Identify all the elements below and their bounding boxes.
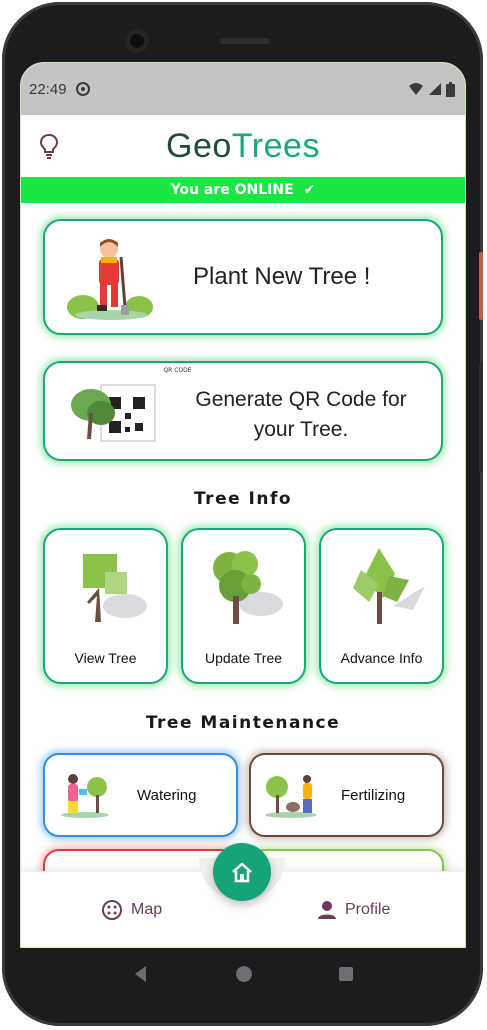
connection-status-text: You are ONLINE bbox=[170, 182, 294, 198]
update-tree-card[interactable]: Update Tree bbox=[181, 528, 306, 684]
view-tree-label: View Tree bbox=[74, 650, 137, 666]
signal-icon bbox=[429, 83, 441, 95]
app-screen: 22:49 GeoTrees You are ONLINE ✔ Plant Ne… bbox=[20, 62, 466, 948]
app-logo: GeoTrees bbox=[166, 127, 320, 166]
status-icons bbox=[408, 81, 455, 97]
battery-icon bbox=[446, 81, 455, 97]
map-tab[interactable]: Map bbox=[101, 899, 162, 921]
map-icon bbox=[102, 899, 122, 920]
back-icon[interactable] bbox=[132, 965, 150, 983]
profile-tab-label: Profile bbox=[345, 900, 391, 918]
generate-qr-button[interactable]: QR CODE Generate QR Code for your Tree. bbox=[43, 361, 443, 461]
home-button[interactable] bbox=[213, 843, 271, 901]
recents-icon[interactable] bbox=[338, 966, 354, 982]
app-header: GeoTrees bbox=[21, 115, 465, 177]
update-tree-label: Update Tree bbox=[204, 650, 283, 666]
gardener-illustration bbox=[67, 239, 153, 320]
generate-qr-label: Generate QR Code for your Tree. bbox=[171, 385, 431, 445]
volume-button bbox=[479, 362, 483, 472]
generate-qr-line-1: Generate QR Code for bbox=[195, 388, 407, 411]
watering-label: Watering bbox=[137, 787, 197, 804]
watering-card[interactable]: Watering bbox=[43, 753, 238, 837]
earpiece-speaker bbox=[220, 38, 270, 44]
cube-tree-illustration bbox=[83, 554, 147, 622]
advance-info-card[interactable]: Advance Info bbox=[319, 528, 444, 684]
sync-icon bbox=[75, 82, 90, 96]
plant-new-tree-label: Plant New Tree ! bbox=[193, 263, 371, 290]
watering-illustration bbox=[61, 774, 109, 818]
logo-part-geo: Geo bbox=[166, 126, 232, 165]
system-navigation-bar bbox=[20, 948, 466, 1000]
home-icon bbox=[232, 862, 252, 883]
profile-tab[interactable]: Profile bbox=[317, 900, 390, 920]
person-icon bbox=[318, 900, 336, 919]
tree-maintenance-heading: Tree Maintenance bbox=[145, 713, 341, 733]
poly-tree-illustration bbox=[353, 548, 425, 624]
view-tree-card[interactable]: View Tree bbox=[43, 528, 168, 684]
round-tree-illustration bbox=[213, 551, 283, 624]
connection-status-bar: You are ONLINE ✔ bbox=[21, 177, 465, 203]
lightbulb-icon[interactable] bbox=[39, 133, 59, 159]
front-camera bbox=[125, 29, 149, 53]
logo-part-trees: Trees bbox=[231, 126, 320, 165]
fertilizing-illustration bbox=[265, 775, 317, 818]
plant-new-tree-button[interactable]: Plant New Tree ! bbox=[43, 219, 443, 335]
tree-info-heading: Tree Info bbox=[193, 489, 293, 509]
fertilizing-card[interactable]: Fertilizing bbox=[249, 753, 444, 837]
qr-caption: QR CODE bbox=[163, 367, 192, 374]
home-circle-icon[interactable] bbox=[235, 965, 253, 983]
map-tab-label: Map bbox=[131, 900, 163, 918]
power-button bbox=[479, 252, 483, 320]
tree-qr-illustration bbox=[71, 384, 156, 442]
generate-qr-line-2: your Tree. bbox=[253, 418, 349, 441]
status-bar: 22:49 bbox=[21, 63, 465, 115]
check-icon: ✔ bbox=[303, 182, 316, 198]
fertilizing-label: Fertilizing bbox=[341, 787, 406, 804]
wifi-icon bbox=[409, 83, 423, 95]
status-time: 22:49 bbox=[29, 80, 67, 98]
advance-info-label: Advance Info bbox=[340, 650, 423, 666]
